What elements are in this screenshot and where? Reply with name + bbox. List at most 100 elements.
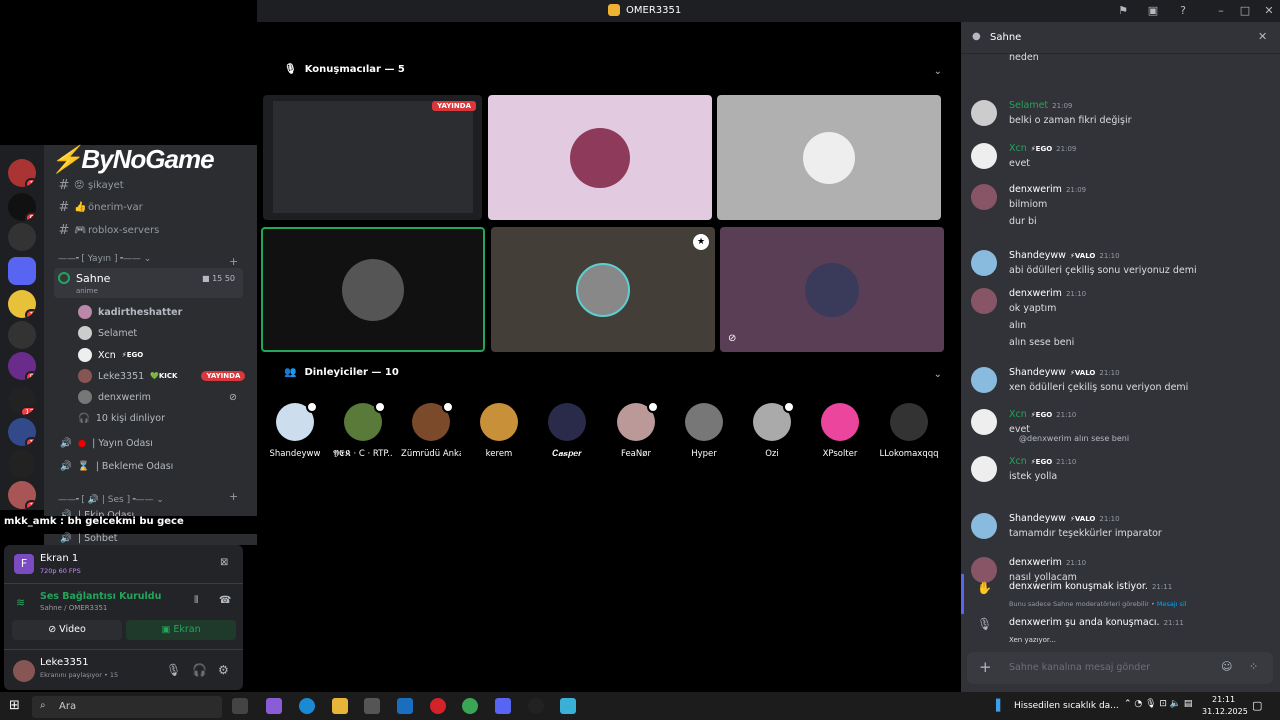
speaker-tile[interactable]: ★	[491, 227, 715, 352]
chrome-icon[interactable]	[462, 698, 478, 714]
add-channel-icon[interactable]: +	[229, 490, 238, 503]
help-icon[interactable]: ?	[1176, 4, 1190, 18]
soundboard-icon[interactable]: ⦀	[194, 595, 198, 606]
file-explorer-icon[interactable]	[332, 698, 348, 714]
message-input[interactable]: + Sahne kanalına mesaj gönder ☺ ⁘	[967, 652, 1273, 684]
chevron-down-icon[interactable]: ⌄	[934, 369, 942, 380]
taskbar-search[interactable]: ⌕ Ara	[32, 696, 222, 718]
app-icon[interactable]	[528, 698, 544, 714]
speaker-tile[interactable]	[488, 95, 712, 220]
speakers-header[interactable]: 🎙 Konuşmacılar — 5	[284, 64, 405, 75]
stop-stream-icon[interactable]: ⊠	[220, 557, 228, 568]
task-view-icon[interactable]	[232, 698, 248, 714]
tray-icons[interactable]: ⌃ ◔ 🎙 ⊡ 🔈 ▤	[1124, 699, 1192, 709]
screen-button[interactable]: ▣ Ekran	[126, 620, 236, 640]
voice-user[interactable]: Leke3351 💚KICK YAYINDA	[78, 366, 246, 386]
weather-text[interactable]: Hissedilen sıcaklık da...	[1014, 701, 1119, 711]
disconnect-icon[interactable]: ☎	[219, 595, 231, 606]
category-ses[interactable]: ——╸[ 🔊 | Ses ]╺—— ⌄	[58, 495, 164, 505]
server-icon[interactable]: 6	[8, 193, 36, 221]
channel-onerim-var[interactable]: # 👍 önerim-var	[44, 197, 257, 217]
reply-reference[interactable]: @denxwerim alın sese beni	[1019, 434, 1129, 443]
message-author[interactable]: Xcn ⚡EGO 21:10	[1009, 409, 1076, 420]
outlook-icon[interactable]	[397, 698, 413, 714]
clock-date[interactable]: 31.12.2025	[1202, 707, 1248, 716]
notepad-icon[interactable]	[560, 698, 576, 714]
emoji-icon[interactable]: ☺	[1221, 660, 1232, 673]
listener[interactable]: 𝖄𝕰𝕶 · C · RTP...	[333, 401, 393, 459]
avatar[interactable]	[971, 288, 997, 314]
windows-start-icon[interactable]: ⊞	[9, 698, 20, 713]
message-author[interactable]: denxwerim 21:10	[1009, 288, 1086, 299]
server-icon[interactable]	[8, 257, 36, 285]
listeners-header[interactable]: 👥 Dinleyiciler — 10	[284, 367, 399, 378]
screen-share-icon[interactable]: ▣	[1146, 4, 1160, 18]
avatar[interactable]	[971, 409, 997, 435]
message-author[interactable]: Shandeyww ⚡VALO 21:10	[1009, 513, 1120, 524]
close-icon[interactable]: ✕	[1262, 4, 1276, 18]
avatar[interactable]	[971, 143, 997, 169]
headphones-icon[interactable]: 🎧	[192, 663, 207, 677]
server-icon[interactable]: 1	[8, 481, 36, 509]
listener[interactable]: FeaÑør	[606, 401, 666, 459]
listener-count[interactable]: 🎧 10 kişi dinliyor	[78, 408, 165, 428]
video-button[interactable]: ⊘ Video	[12, 620, 122, 640]
add-attachment-icon[interactable]: +	[979, 658, 992, 676]
voice-user[interactable]: Selamet	[78, 323, 137, 343]
maximize-icon[interactable]: □	[1238, 4, 1252, 18]
close-icon[interactable]: ✕	[1258, 30, 1267, 43]
message-author[interactable]: denxwerim 21:10	[1009, 557, 1086, 568]
opera-icon[interactable]	[430, 698, 446, 714]
add-channel-icon[interactable]: +	[229, 255, 238, 268]
discord-icon[interactable]	[495, 698, 511, 714]
server-icon[interactable]: 8	[8, 352, 36, 380]
server-icon[interactable]	[8, 223, 36, 251]
voice-channel[interactable]: 🔊 ⌛ | Bekleme Odası	[60, 456, 173, 476]
message-author[interactable]: Selamet 21:09	[1009, 100, 1072, 111]
apps-icon[interactable]: ⁘	[1249, 660, 1258, 673]
listener[interactable]: XPsolter	[810, 403, 870, 459]
avatar[interactable]	[971, 513, 997, 539]
avatar[interactable]	[971, 184, 997, 210]
avatar[interactable]	[971, 557, 997, 583]
server-icon[interactable]: 1	[8, 159, 36, 187]
store-icon[interactable]	[364, 698, 380, 714]
listener[interactable]: Shandeyww	[265, 401, 325, 459]
mic-icon[interactable]: 🎙	[166, 663, 181, 677]
message-author[interactable]: Xcn ⚡EGO 21:10	[1009, 456, 1076, 467]
voice-user[interactable]: kadirtheshatter	[78, 302, 182, 322]
listener[interactable]: kerem	[469, 403, 529, 459]
notification-icon[interactable]: ▢	[1252, 699, 1262, 712]
copilot-icon[interactable]	[266, 698, 282, 714]
server-icon[interactable]: 13	[8, 387, 36, 415]
delete-message-link[interactable]: Mesajı sil	[1157, 600, 1187, 608]
speaker-tile[interactable]	[261, 227, 485, 352]
voice-user[interactable]: denxwerim ⊘	[78, 387, 237, 407]
chevron-down-icon[interactable]: ⌄	[934, 66, 942, 77]
listener[interactable]: Zümrüdü Anka	[401, 401, 461, 459]
category-yayin[interactable]: ——╸[ Yayın ]╺—— ⌄	[58, 254, 151, 264]
edge-icon[interactable]	[299, 698, 315, 714]
server-icon[interactable]	[8, 321, 36, 349]
message-author[interactable]: Xcn ⚡EGO 21:09	[1009, 143, 1076, 154]
avatar[interactable]	[971, 456, 997, 482]
listener[interactable]: LLokomaxqqq	[879, 403, 939, 459]
speaker-tile[interactable]: ⊘	[720, 227, 944, 352]
minimize-icon[interactable]: –	[1214, 4, 1228, 18]
inbox-icon[interactable]: ⚑	[1116, 4, 1130, 18]
server-icon[interactable]: 1	[8, 290, 36, 318]
message-author[interactable]: Shandeyww ⚡VALO 21:10	[1009, 250, 1120, 261]
message-author[interactable]: denxwerim 21:09	[1009, 184, 1086, 195]
channel-sahne[interactable]: Sahne anime ■ 15 50	[54, 268, 243, 298]
channel-roblox-servers[interactable]: # 🎮 roblox-servers	[44, 220, 257, 240]
gear-icon[interactable]: ⚙	[218, 663, 229, 677]
listener[interactable]: 𝑪𝒂𝒔𝒑𝒆𝒓	[537, 403, 597, 459]
voice-user[interactable]: Xcn ⚡EGO	[78, 345, 143, 365]
avatar[interactable]	[13, 660, 35, 682]
speaker-tile[interactable]	[717, 95, 941, 220]
server-icon[interactable]: 1	[8, 418, 36, 446]
message-author[interactable]: Shandeyww ⚡VALO 21:10	[1009, 367, 1120, 378]
clock-time[interactable]: 21:11	[1212, 695, 1235, 704]
listener[interactable]: Hyper	[674, 403, 734, 459]
screen-share-tile[interactable]: YAYINDA	[263, 95, 482, 220]
